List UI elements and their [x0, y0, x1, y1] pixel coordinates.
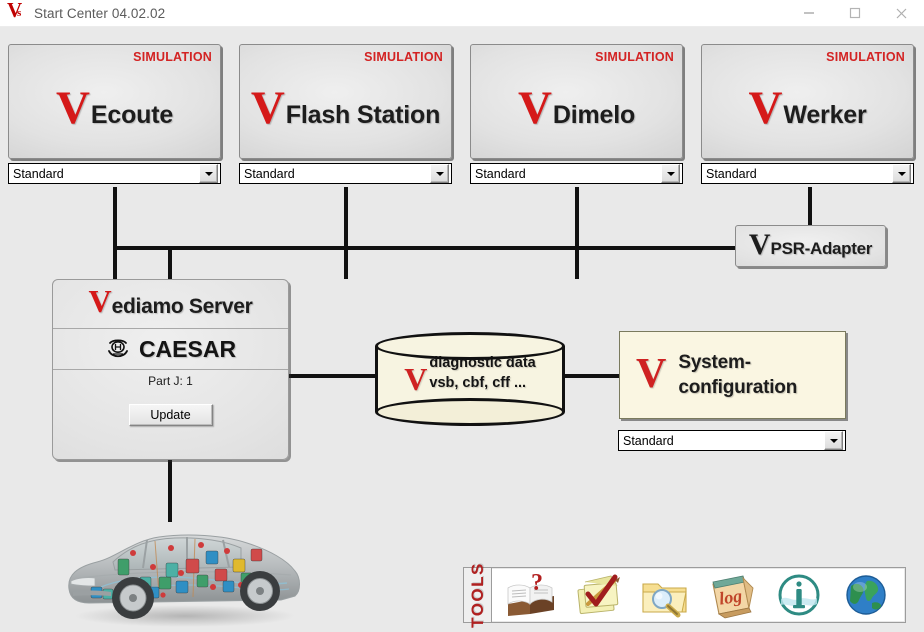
connector-line-ecoute: [113, 187, 117, 279]
chevron-down-icon[interactable]: [892, 164, 911, 183]
database-label-line1: diagnostic data: [429, 355, 536, 371]
part-info-label: Part J: 1: [148, 374, 193, 388]
simulation-badge: SIMULATION: [133, 50, 212, 64]
tile-content: V Dimelo: [471, 71, 682, 150]
connector-line-server-to-car: [168, 457, 172, 522]
caesar-row: CAESAR: [53, 329, 288, 370]
connector-line-server-to-db: [289, 374, 381, 378]
update-button[interactable]: Update: [128, 404, 213, 426]
diagnostic-data-cylinder[interactable]: V diagnostic data vsb, cbf, cff ...: [375, 332, 565, 427]
profile-select-value: Standard: [475, 166, 526, 181]
folder-search-icon[interactable]: [638, 570, 692, 620]
tile-werker[interactable]: SIMULATION V Werker: [701, 44, 914, 159]
cylinder-content: V diagnostic data vsb, cbf, cff ...: [375, 354, 565, 397]
profile-select-value: Standard: [706, 166, 757, 181]
info-circle-icon[interactable]: [772, 570, 826, 620]
vehicle-svg: [68, 534, 300, 627]
minimize-button[interactable]: [786, 0, 832, 27]
start-center-canvas: SIMULATION V Ecoute Standard SIMULATION …: [0, 27, 924, 632]
profile-select-value: Standard: [623, 433, 674, 448]
window-title: Start Center 04.02.02: [34, 5, 166, 21]
profile-select-value: Standard: [244, 166, 295, 181]
database-label-line2: vsb, cbf, cff ...: [429, 374, 527, 391]
svg-text:?: ?: [531, 570, 543, 596]
connector-line-flash-station: [344, 187, 348, 279]
vediamo-v-icon: V: [748, 82, 783, 135]
maximize-button[interactable]: [832, 0, 878, 27]
tile-content: V Flash Station: [240, 71, 451, 150]
svg-text:log: log: [718, 586, 744, 609]
connector-line-db-to-sysconf: [560, 374, 624, 378]
app-logo-icon: V s: [6, 0, 28, 23]
chevron-down-icon[interactable]: [199, 164, 218, 183]
help-book-icon[interactable]: ?: [504, 570, 558, 620]
tile-ecoute[interactable]: SIMULATION V Ecoute: [8, 44, 221, 159]
vediamo-v-icon: V: [517, 82, 552, 135]
tile-content: V Ecoute: [9, 71, 220, 150]
profile-select-dimelo[interactable]: Standard: [470, 163, 683, 184]
simulation-badge: SIMULATION: [595, 50, 674, 64]
tile-content: V Werker: [702, 71, 913, 150]
caesar-emblem-icon: [108, 339, 128, 358]
sysconf-line1: System-: [678, 351, 751, 373]
sysconf-line2: configuration: [678, 377, 798, 398]
tools-icon-row: ? log: [492, 568, 905, 622]
vediamo-v-icon: V: [636, 351, 667, 398]
tile-label: Ecoute: [90, 101, 174, 129]
tile-label: Werker: [783, 101, 867, 129]
server-status-row: Part J: 1 Update: [53, 370, 288, 441]
log-book-icon[interactable]: log: [705, 570, 759, 620]
psr-v-icon: V: [748, 228, 771, 261]
window-controls: [786, 0, 924, 27]
close-button[interactable]: [878, 0, 924, 27]
simulation-badge: SIMULATION: [826, 50, 905, 64]
simulation-badge: SIMULATION: [364, 50, 443, 64]
server-title-label: ediamo Server: [111, 295, 253, 318]
vehicle-diagram: [55, 515, 310, 632]
profile-select-flash-station[interactable]: Standard: [239, 163, 452, 184]
tools-label-text: TOOLS: [467, 562, 487, 628]
vediamo-v-icon: V: [404, 360, 428, 397]
tools-panel: TOOLS ? log: [463, 562, 906, 628]
tile-dimelo[interactable]: SIMULATION V Dimelo: [470, 44, 683, 159]
notepad-check-icon[interactable]: [571, 570, 625, 620]
vediamo-server-panel: V ediamo Server CAESAR Part J: 1 Update: [52, 279, 289, 460]
database-labels: diagnostic data vsb, cbf, cff ...: [429, 354, 535, 393]
chevron-down-icon[interactable]: [824, 431, 843, 450]
system-configuration-box[interactable]: V System- configuration: [619, 331, 846, 419]
profile-select-value: Standard: [13, 166, 64, 181]
vediamo-v-icon: V: [88, 283, 112, 320]
vediamo-v-icon: V: [55, 82, 90, 135]
chevron-down-icon[interactable]: [661, 164, 680, 183]
vediamo-v-icon: V: [250, 82, 285, 135]
tools-label: TOOLS: [464, 562, 492, 628]
psr-adapter-box[interactable]: V PSR-Adapter: [735, 225, 886, 267]
psr-adapter-label: PSR-Adapter: [770, 239, 873, 258]
window-titlebar: V s Start Center 04.02.02: [0, 0, 924, 27]
system-configuration-label: System- configuration: [678, 350, 797, 400]
tile-label: Flash Station: [285, 101, 441, 129]
globe-icon[interactable]: [839, 570, 893, 620]
caesar-label: CAESAR: [138, 335, 237, 362]
connector-line-to-server: [168, 246, 172, 282]
cylinder-bottom: [375, 398, 565, 426]
chevron-down-icon[interactable]: [430, 164, 449, 183]
tile-flash-station[interactable]: SIMULATION V Flash Station: [239, 44, 452, 159]
connector-bus-horizontal: [113, 246, 743, 250]
tile-label: Dimelo: [552, 101, 636, 129]
profile-select-werker[interactable]: Standard: [701, 163, 914, 184]
profile-select-ecoute[interactable]: Standard: [8, 163, 221, 184]
connector-line-dimelo: [575, 187, 579, 279]
server-title-row: V ediamo Server: [53, 280, 288, 329]
app-logo-s: s: [17, 7, 22, 19]
profile-select-system-configuration[interactable]: Standard: [618, 430, 846, 451]
connector-line-werker: [808, 187, 812, 227]
